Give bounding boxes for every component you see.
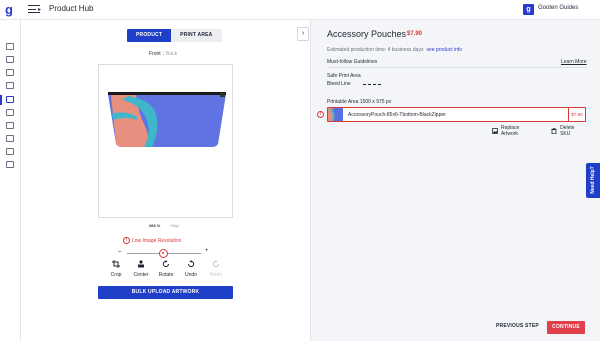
collapse-panel-button[interactable]: › xyxy=(297,27,309,41)
estimated-production-time: Estimated production time: 4 business da… xyxy=(327,47,462,53)
artwork-price: $7.90 xyxy=(568,108,585,121)
reports-icon[interactable] xyxy=(6,109,14,116)
trash-icon xyxy=(551,128,557,134)
artwork-row[interactable]: ! AccessoryPouch-85x6-Tbottom-BlackZippe… xyxy=(317,107,586,122)
zoom-slider[interactable]: – + xyxy=(118,248,213,258)
redo-label: Redo xyxy=(210,272,222,278)
crop-icon xyxy=(112,260,120,268)
rotate-button[interactable]: Rotate xyxy=(155,260,177,278)
zoom-percentage: 266 % xyxy=(149,223,161,228)
previous-step-button[interactable]: PREVIOUS STEP xyxy=(496,323,539,329)
front-view-link[interactable]: Front xyxy=(149,51,161,57)
safe-print-area-label: Safe Print Area xyxy=(327,73,361,79)
zoom-readout: 266 % 75dpi xyxy=(149,223,179,228)
product-details-panel: Accessory Pouches $7.90 Estimated produc… xyxy=(310,20,600,341)
zoom-in-button[interactable]: + xyxy=(205,248,209,254)
inbox-icon[interactable] xyxy=(6,161,14,168)
artwork-thumbnail xyxy=(328,108,343,121)
crop-label: Crop xyxy=(110,272,122,278)
image-icon xyxy=(492,128,498,134)
bleed-line-legend: Bleed Line xyxy=(327,81,381,87)
see-product-info-link[interactable]: see product info xyxy=(426,47,462,53)
app-title: Product Hub xyxy=(49,4,94,13)
product-price: $7.90 xyxy=(407,31,423,37)
sidebar-active-indicator xyxy=(0,95,2,105)
delete-sku-label: Delete SKU xyxy=(560,125,575,137)
sidebar xyxy=(0,20,21,341)
artwork-actions: Replace Artwork Delete SKU xyxy=(492,125,600,137)
artwork-warning-icon: ! xyxy=(317,111,324,118)
undo-button[interactable]: Undo xyxy=(180,260,202,278)
low-resolution-warning: ! Low Image Resolution xyxy=(123,237,181,244)
top-bar: g ▸ Product Hub g Gooten Guides xyxy=(0,0,600,20)
dpi-value: 75dpi xyxy=(169,223,180,228)
estimated-production-text: Estimated production time: 4 business da… xyxy=(327,47,424,53)
bulk-upload-artwork-button[interactable]: BULK UPLOAD ARTWORK xyxy=(98,286,233,299)
sync-icon[interactable] xyxy=(6,135,14,142)
need-help-tab[interactable]: Need Help? xyxy=(586,163,600,198)
bleed-line-sample xyxy=(362,83,381,85)
menu-expand-arrow-icon[interactable]: ▸ xyxy=(38,6,41,13)
redo-icon xyxy=(212,260,219,268)
bleed-line-label: Bleed Line xyxy=(327,81,351,87)
center-label: Center xyxy=(133,272,149,278)
undo-label: Undo xyxy=(185,272,197,278)
back-view-link[interactable]: Back xyxy=(166,51,177,57)
replace-artwork-button[interactable]: Replace Artwork xyxy=(492,125,537,137)
undo-icon xyxy=(188,260,195,268)
warning-icon: ! xyxy=(123,237,130,244)
warning-text: Low Image Resolution xyxy=(132,237,182,244)
crop-button[interactable]: Crop xyxy=(105,260,127,278)
rotate-icon xyxy=(162,260,169,268)
orders-icon[interactable] xyxy=(6,56,14,63)
center-button[interactable]: Center xyxy=(130,260,152,278)
zoom-slider-thumb[interactable] xyxy=(159,249,168,258)
tab-print-area[interactable]: PRINT AREA xyxy=(171,29,222,42)
design-canvas[interactable] xyxy=(98,64,233,218)
learn-more-link[interactable]: Learn More xyxy=(561,59,587,65)
rotate-label: Rotate xyxy=(158,272,174,278)
hub-icon[interactable] xyxy=(6,96,14,103)
editor-tabs: PRODUCT PRINT AREA xyxy=(127,29,222,42)
need-help-label: Need Help? xyxy=(590,166,596,194)
side-toggle: Front | Back xyxy=(149,51,177,57)
catalog-icon[interactable] xyxy=(6,82,14,89)
editor-toolbar: Crop Center Rotate Undo Redo xyxy=(105,260,225,282)
gooten-logo[interactable]: g xyxy=(5,3,16,16)
account-avatar[interactable]: g xyxy=(523,4,534,15)
products-icon[interactable] xyxy=(6,122,14,129)
tab-product[interactable]: PRODUCT xyxy=(127,29,172,42)
billing-icon[interactable] xyxy=(6,148,14,155)
account-name[interactable]: Gooten Guides xyxy=(538,5,578,11)
pouch-preview-image[interactable] xyxy=(108,92,226,148)
home-icon[interactable] xyxy=(6,43,14,50)
zoom-out-button[interactable]: – xyxy=(118,249,121,255)
replace-artwork-label: Replace Artwork xyxy=(500,125,520,137)
guidelines-heading: Must-follow Guidelines xyxy=(327,59,378,65)
design-editor-panel: PRODUCT PRINT AREA › Front | Back 266 % 75… xyxy=(21,20,310,341)
artwork-file-name: AccessoryPouch-85x6-Tbottom-BlackZipper xyxy=(348,112,446,118)
printable-area-size: Printable Area 1500 x 975 px xyxy=(327,99,392,105)
redo-button[interactable]: Redo xyxy=(205,260,227,278)
section-divider xyxy=(327,67,587,68)
safe-print-area-legend: Safe Print Area xyxy=(327,73,361,79)
store-icon[interactable] xyxy=(6,69,14,76)
delete-sku-button[interactable]: Delete SKU xyxy=(551,125,586,137)
product-title: Accessory Pouches xyxy=(327,29,407,39)
continue-button[interactable]: CONTINUE xyxy=(547,321,585,334)
center-icon xyxy=(138,260,144,268)
view-separator: | xyxy=(162,51,164,57)
